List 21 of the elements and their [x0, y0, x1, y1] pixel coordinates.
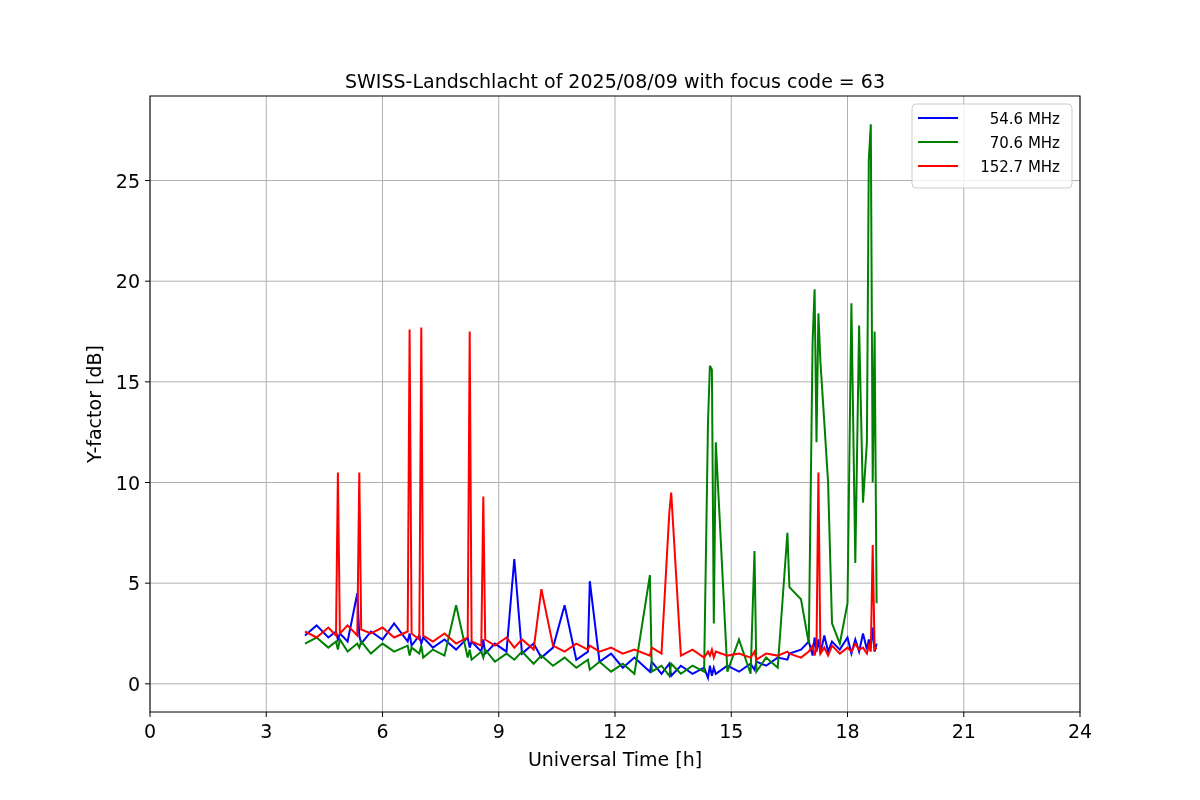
tick-label: 3 [260, 720, 273, 742]
chart-title: SWISS-Landschlacht of 2025/08/09 with focus code = 63 [345, 70, 885, 92]
legend-label: 54.6 MHz [989, 110, 1060, 128]
tick-label: 9 [492, 720, 505, 742]
tick-label: 20 [115, 270, 140, 293]
tick-label: 0 [143, 720, 157, 742]
tick-label: 24 [1067, 720, 1093, 742]
tick-label: 6 [376, 720, 389, 742]
tick-label: 15 [115, 370, 140, 393]
tick-label: 18 [835, 720, 860, 742]
legend-label: 152.7 MHz [980, 158, 1060, 176]
tick-label: 15 [719, 720, 744, 742]
x-axis-label: Universal Time [h] [527, 748, 703, 770]
tick-label: 0 [127, 672, 140, 695]
legend-label: 70.6 MHz [989, 134, 1060, 152]
tick-label: 12 [602, 720, 628, 742]
tick-label: 21 [951, 720, 976, 742]
tick-label: 10 [115, 471, 140, 494]
y-axis-label: Y-factor [dB] [83, 345, 105, 463]
tick-label: 5 [127, 572, 140, 595]
tick-label: 25 [115, 169, 140, 192]
